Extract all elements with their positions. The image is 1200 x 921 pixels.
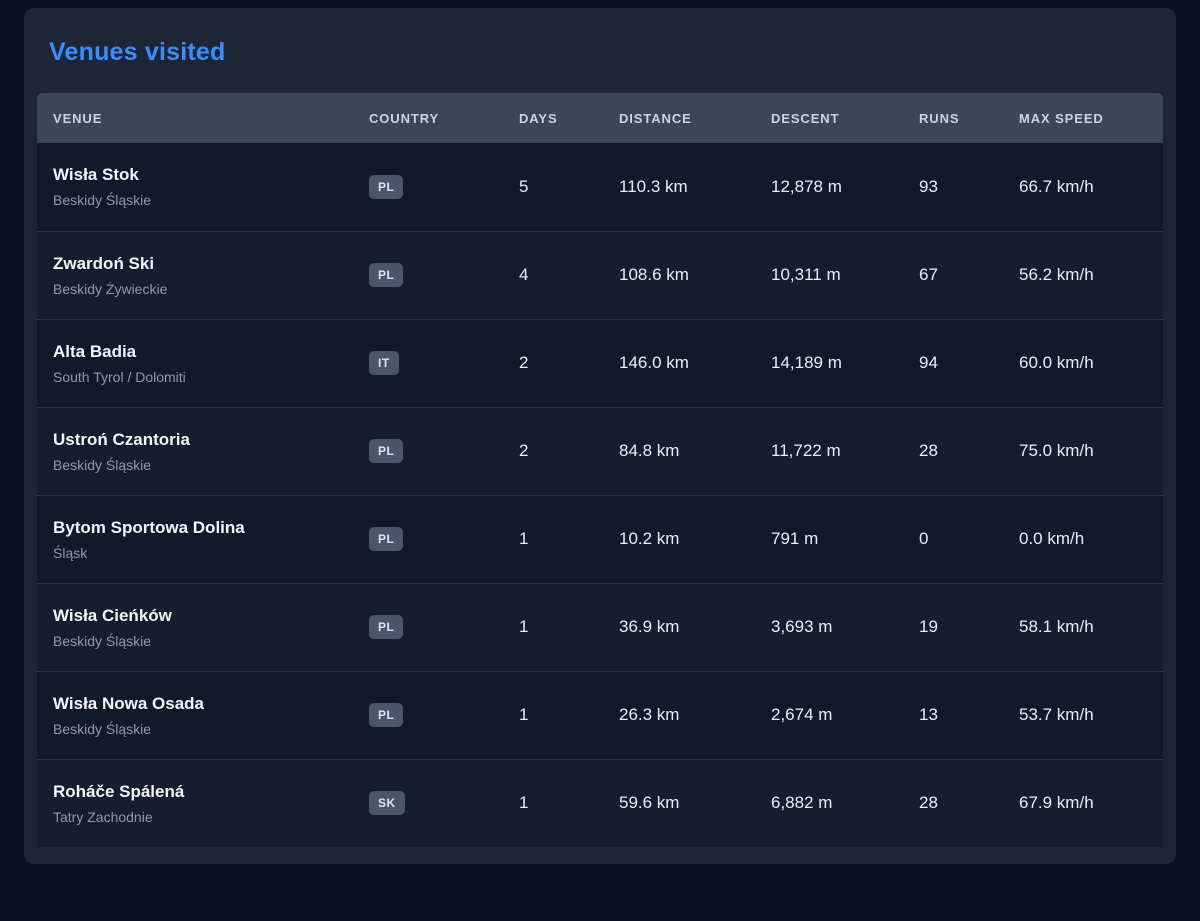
column-header-country: COUNTRY (353, 93, 503, 143)
max-speed-value: 75.0 km/h (1003, 407, 1163, 495)
days-value: 1 (503, 671, 603, 759)
days-value: 1 (503, 759, 603, 847)
country-badge: PL (369, 615, 403, 639)
country-badge: PL (369, 175, 403, 199)
descent-value: 3,693 m (755, 583, 903, 671)
venue-region: Beskidy Śląskie (53, 633, 345, 649)
max-speed-value: 53.7 km/h (1003, 671, 1163, 759)
runs-value: 94 (903, 319, 1003, 407)
max-speed-value: 58.1 km/h (1003, 583, 1163, 671)
venue-region: Beskidy Śląskie (53, 721, 345, 737)
venue-cell: Ustroń Czantoria Beskidy Śląskie (37, 407, 353, 495)
venue-region: Beskidy Śląskie (53, 192, 345, 208)
column-header-venue: VENUE (37, 93, 353, 143)
descent-value: 791 m (755, 495, 903, 583)
max-speed-value: 67.9 km/h (1003, 759, 1163, 847)
distance-value: 10.2 km (603, 495, 755, 583)
distance-value: 108.6 km (603, 231, 755, 319)
distance-value: 26.3 km (603, 671, 755, 759)
max-speed-value: 56.2 km/h (1003, 231, 1163, 319)
column-header-runs: RUNS (903, 93, 1003, 143)
max-speed-value: 0.0 km/h (1003, 495, 1163, 583)
column-header-descent: DESCENT (755, 93, 903, 143)
venue-region: Tatry Zachodnie (53, 809, 345, 825)
table-row[interactable]: Wisła Cieńków Beskidy Śląskie PL 1 36.9 … (37, 583, 1163, 671)
venue-cell: Wisła Cieńków Beskidy Śląskie (37, 583, 353, 671)
table-row[interactable]: Ustroń Czantoria Beskidy Śląskie PL 2 84… (37, 407, 1163, 495)
column-header-days: DAYS (503, 93, 603, 143)
venue-name: Wisła Cieńków (53, 606, 345, 626)
table-row[interactable]: Bytom Sportowa Dolina Śląsk PL 1 10.2 km… (37, 495, 1163, 583)
max-speed-value: 66.7 km/h (1003, 143, 1163, 231)
country-badge: IT (369, 351, 399, 375)
table-row[interactable]: Alta Badia South Tyrol / Dolomiti IT 2 1… (37, 319, 1163, 407)
distance-value: 146.0 km (603, 319, 755, 407)
descent-value: 14,189 m (755, 319, 903, 407)
distance-value: 84.8 km (603, 407, 755, 495)
venue-name: Ustroń Czantoria (53, 430, 345, 450)
country-badge: SK (369, 791, 405, 815)
venue-region: Śląsk (53, 545, 345, 561)
venue-name: Roháče Spálená (53, 782, 345, 802)
days-value: 2 (503, 319, 603, 407)
venue-name: Alta Badia (53, 342, 345, 362)
distance-value: 59.6 km (603, 759, 755, 847)
days-value: 1 (503, 495, 603, 583)
descent-value: 6,882 m (755, 759, 903, 847)
max-speed-value: 60.0 km/h (1003, 319, 1163, 407)
country-badge: PL (369, 527, 403, 551)
runs-value: 28 (903, 407, 1003, 495)
country-badge: PL (369, 703, 403, 727)
venue-cell: Zwardoń Ski Beskidy Żywieckie (37, 231, 353, 319)
column-header-max-speed: MAX SPEED (1003, 93, 1163, 143)
venue-cell: Alta Badia South Tyrol / Dolomiti (37, 319, 353, 407)
venue-region: South Tyrol / Dolomiti (53, 369, 345, 385)
column-header-distance: DISTANCE (603, 93, 755, 143)
table-row[interactable]: Zwardoń Ski Beskidy Żywieckie PL 4 108.6… (37, 231, 1163, 319)
distance-value: 36.9 km (603, 583, 755, 671)
runs-value: 0 (903, 495, 1003, 583)
runs-value: 19 (903, 583, 1003, 671)
runs-value: 93 (903, 143, 1003, 231)
runs-value: 28 (903, 759, 1003, 847)
descent-value: 11,722 m (755, 407, 903, 495)
runs-value: 13 (903, 671, 1003, 759)
days-value: 5 (503, 143, 603, 231)
venue-cell: Wisła Stok Beskidy Śląskie (37, 143, 353, 231)
table-row[interactable]: Wisła Nowa Osada Beskidy Śląskie PL 1 26… (37, 671, 1163, 759)
venue-name: Wisła Nowa Osada (53, 694, 345, 714)
page-title: Venues visited (49, 38, 1163, 67)
days-value: 4 (503, 231, 603, 319)
venue-region: Beskidy Żywieckie (53, 281, 345, 297)
descent-value: 10,311 m (755, 231, 903, 319)
runs-value: 67 (903, 231, 1003, 319)
venues-table: VENUE COUNTRY DAYS DISTANCE DESCENT RUNS… (37, 93, 1163, 847)
descent-value: 2,674 m (755, 671, 903, 759)
country-badge: PL (369, 439, 403, 463)
days-value: 1 (503, 583, 603, 671)
table-header: VENUE COUNTRY DAYS DISTANCE DESCENT RUNS… (37, 93, 1163, 143)
venue-region: Beskidy Śląskie (53, 457, 345, 473)
days-value: 2 (503, 407, 603, 495)
venues-card: Venues visited VENUE COUNTRY DAYS DISTAN… (24, 8, 1176, 864)
venue-cell: Bytom Sportowa Dolina Śląsk (37, 495, 353, 583)
venue-name: Bytom Sportowa Dolina (53, 518, 345, 538)
distance-value: 110.3 km (603, 143, 755, 231)
descent-value: 12,878 m (755, 143, 903, 231)
venue-name: Zwardoń Ski (53, 254, 345, 274)
venue-name: Wisła Stok (53, 165, 345, 185)
country-badge: PL (369, 263, 403, 287)
table-row[interactable]: Roháče Spálená Tatry Zachodnie SK 1 59.6… (37, 759, 1163, 847)
venue-cell: Roháče Spálená Tatry Zachodnie (37, 759, 353, 847)
venue-cell: Wisła Nowa Osada Beskidy Śląskie (37, 671, 353, 759)
table-row[interactable]: Wisła Stok Beskidy Śląskie PL 5 110.3 km… (37, 143, 1163, 231)
